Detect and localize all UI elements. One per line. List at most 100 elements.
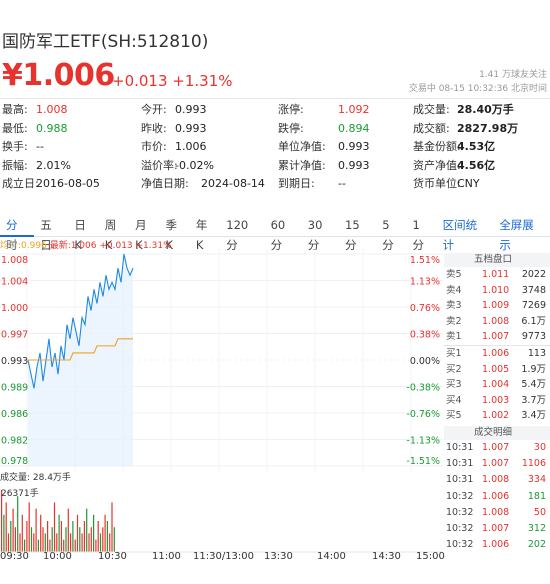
tab-period[interactable]: 日K [68, 215, 98, 252]
stat-item: 资产净值: 4.56亿 [413, 157, 548, 176]
volume-bar [47, 521, 49, 552]
ask-price: 1.007 [482, 331, 510, 343]
trade-row: 10:31 1.007 1106 [444, 456, 550, 472]
ask-qty: 9773 [521, 331, 546, 343]
volume-bar [28, 502, 30, 552]
x-tick-label: 14:00 [317, 551, 346, 562]
trade-price: 1.006 [482, 490, 510, 502]
trade-list: 10:31 1.007 30 10:31 1.007 1106 10:31 1.008 334 1… [444, 440, 550, 553]
volume-bar [97, 521, 99, 552]
volume-bar [10, 521, 12, 552]
x-tick-label: 11:30/13:00 [193, 551, 255, 562]
y-pct-label: -1.13% [406, 436, 440, 447]
x-tick-label: 11:00 [152, 551, 181, 562]
volume-bar [60, 521, 62, 552]
trade-price: 1.006 [482, 539, 510, 551]
volume-bar [109, 533, 111, 552]
trade-time: 10:32 [446, 490, 474, 502]
y-tick-label: 1.004 [1, 277, 28, 288]
bid-row: 买3 1.004 5.4万 [444, 377, 550, 393]
stat-label: 到期日: [278, 177, 315, 190]
tab-period[interactable]: 季K [160, 215, 190, 252]
volume-bar [56, 533, 58, 552]
volume-bar [35, 508, 37, 552]
volume-bar [72, 521, 74, 552]
trade-qty: 334 [527, 474, 546, 486]
volume-bar [17, 496, 19, 552]
ask-level: 卖2 [446, 315, 462, 327]
stat-value: 4.53亿 [457, 140, 496, 153]
tab-period[interactable]: 五日 [34, 215, 68, 252]
tab-period[interactable]: 120分 [220, 215, 264, 252]
x-tick-label: 13:30 [264, 551, 293, 562]
ask-qty: 3748 [521, 284, 546, 296]
bid-price: 1.004 [482, 379, 510, 391]
ask-list: 卖5 1.011 2022 卖4 1.010 3748 卖3 1.009 7269 卖2 1.008… [444, 267, 550, 346]
volume-bar [93, 514, 95, 552]
bid-row: 买1 1.006 113 [444, 346, 550, 362]
fullscreen-link[interactable]: 全屏展示 [493, 215, 550, 252]
x-tick-label: 09:30 [0, 551, 29, 562]
stat-item: 今开: 0.993 [141, 101, 278, 120]
stat-label: 净值日期: [141, 177, 189, 190]
stat-item: 成交量: 28.40万手 [413, 101, 548, 120]
volume-bar [12, 508, 14, 552]
follow-count[interactable]: 1.41 万球友关注 [479, 67, 547, 80]
volume-bar [21, 514, 23, 552]
tab-period[interactable]: 分时 [0, 215, 35, 252]
volume-bar [81, 533, 83, 552]
stat-label: 昨收: [141, 121, 167, 135]
volume-bar [3, 514, 5, 552]
trade-time: 10:31 [446, 458, 474, 470]
stat-item: 涨停: 1.092 [278, 101, 413, 120]
trade-qty: 1106 [521, 458, 546, 470]
stat-value: 0.894 [338, 121, 370, 135]
ask-price: 1.008 [482, 315, 510, 327]
ask-row: 卖4 1.010 3748 [444, 283, 550, 299]
ask-level: 卖5 [446, 269, 462, 280]
tab-period[interactable]: 5分 [376, 215, 406, 252]
tab-period[interactable]: 60分 [265, 215, 302, 252]
volume-chart[interactable] [0, 482, 443, 554]
volume-bar [99, 533, 102, 552]
ask-price: 1.009 [482, 300, 510, 312]
volume-max-label: 26371手 [1, 489, 39, 499]
tab-period[interactable]: 月K [129, 215, 159, 252]
volume-bar [26, 521, 28, 552]
tab-period[interactable]: 30分 [302, 215, 339, 252]
stat-value: 28.40万手 [457, 103, 514, 116]
order-book: 五档盘口 卖5 1.011 2022 卖4 1.010 3748 卖3 1.009 7269 卖2… [444, 253, 550, 553]
stat-value: 2016-08-05 [36, 177, 100, 190]
volume-bar [88, 533, 90, 552]
ask-row: 卖1 1.007 9773 [444, 329, 550, 345]
y-pct-label: 1.51% [410, 255, 440, 266]
volume-bar [74, 539, 76, 552]
stat-item: 基金份额: 4.53亿 [413, 138, 548, 157]
bid-price: 1.002 [482, 410, 510, 422]
tab-period[interactable]: 年K [190, 215, 220, 252]
trade-time: 10:32 [446, 506, 474, 518]
bid-price: 1.006 [482, 347, 510, 359]
y-pct-label: -1.51% [406, 456, 440, 467]
tab-period[interactable]: 周K [99, 215, 129, 252]
tab-period[interactable]: 15分 [339, 215, 376, 252]
volume-bar [14, 527, 16, 552]
volume-bar [79, 527, 81, 552]
ask-level: 卖1 [446, 331, 462, 343]
intraday-chart[interactable]: 1.008 1.004 1.000 0.997 0.993 0.989 0.986 0.982… [0, 249, 443, 472]
volume-bar [19, 533, 21, 552]
stat-item: 成立日: 2016-08-05 [2, 175, 141, 194]
period-tab-list: 分时 五日 日K 周K 月K 季K 年K 120分 60分 30分 15分 5分 1分 [0, 215, 437, 252]
stat-value: 2024-08-14 [201, 177, 265, 190]
y-tick-label: 1.008 [1, 255, 28, 266]
bid-qty: 3.7万 [521, 394, 546, 406]
volume-bar [95, 539, 97, 552]
tab-period[interactable]: 1分 [406, 215, 436, 252]
y-tick-label: 0.986 [1, 409, 28, 420]
range-stats-link[interactable]: 区间统计 [437, 215, 494, 252]
volume-bar [1, 490, 3, 552]
stat-label: 成交量: [413, 103, 450, 116]
stat-item: 最低: 0.988 [2, 120, 141, 139]
stat-item: 溢价率: -0.02% [141, 157, 278, 176]
stat-value: 0.993 [338, 158, 370, 172]
